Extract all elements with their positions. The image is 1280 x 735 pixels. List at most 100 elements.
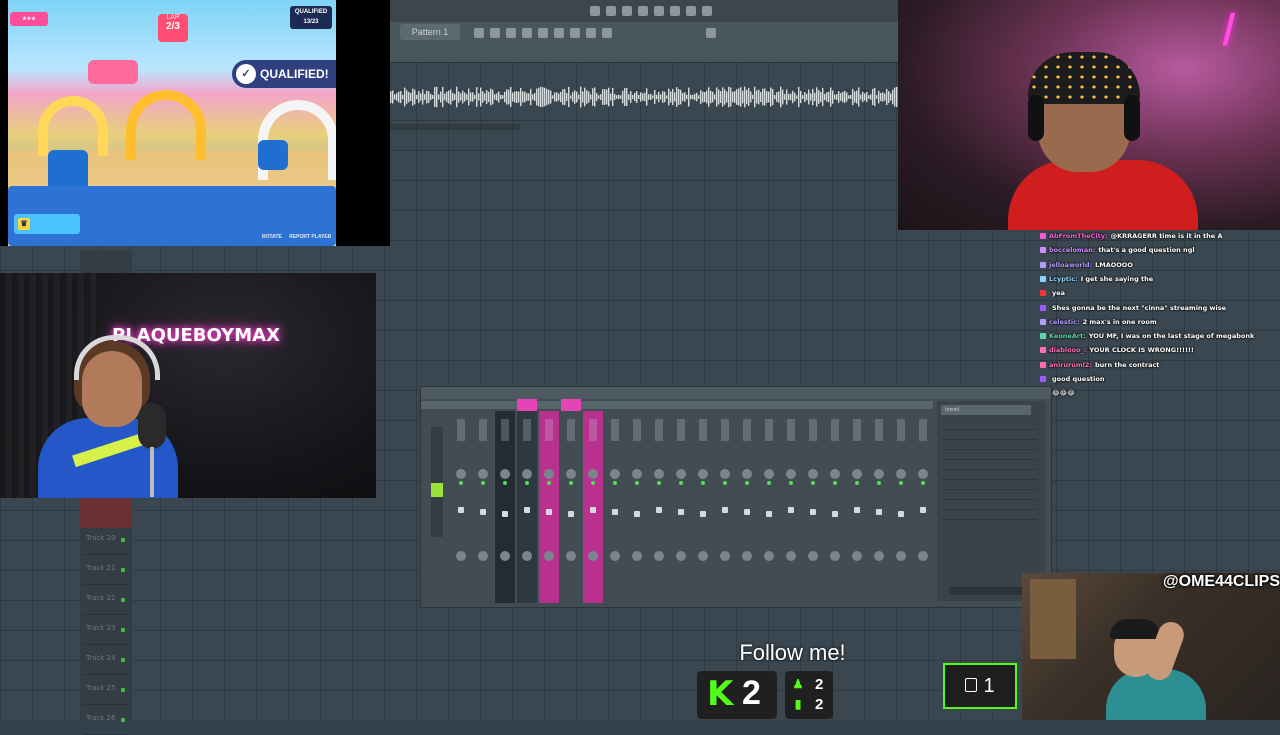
toolbar-icon[interactable] [670,6,680,16]
channel-led[interactable] [679,481,683,485]
pan-knob[interactable] [654,469,664,479]
mixer-channel-strip[interactable] [539,411,559,603]
pan-knob[interactable] [764,469,774,479]
volume-fader[interactable] [524,507,530,513]
mixer-channel-strip[interactable] [693,411,713,603]
channel-led[interactable] [921,481,925,485]
send-knob[interactable] [632,551,642,561]
fx-slot[interactable] [941,431,1037,440]
pan-knob[interactable] [720,469,730,479]
channel-led[interactable] [767,481,771,485]
toolbar-icon[interactable] [506,28,516,38]
send-knob[interactable] [456,551,466,561]
volume-fader[interactable] [810,509,816,515]
send-knob[interactable] [544,551,554,561]
track-led[interactable] [121,568,125,572]
mixer-channel-strip[interactable] [517,411,537,603]
channel-led[interactable] [811,481,815,485]
send-knob[interactable] [588,551,598,561]
mixer-channel-strip[interactable] [803,411,823,603]
toolbar-icon[interactable] [554,28,564,38]
mixer-channel-strip[interactable] [561,411,581,603]
volume-fader[interactable] [700,511,706,517]
toolbar-icon[interactable] [570,28,580,38]
channel-led[interactable] [657,481,661,485]
pan-knob[interactable] [566,469,576,479]
send-knob[interactable] [566,551,576,561]
fx-slot[interactable] [941,421,1037,430]
mixer-titlebar[interactable] [421,387,1051,399]
toolbar-icon[interactable] [586,28,596,38]
send-knob[interactable] [874,551,884,561]
fx-slot[interactable] [941,471,1037,480]
channel-led[interactable] [877,481,881,485]
mixer-channel-strip[interactable] [825,411,845,603]
toolbar-icon[interactable] [602,28,612,38]
send-knob[interactable] [720,551,730,561]
pan-knob[interactable] [588,469,598,479]
chat-username[interactable]: AbFromTheCity: [1049,232,1108,240]
channel-led[interactable] [833,481,837,485]
mixer-channel-strip[interactable] [737,411,757,603]
volume-fader[interactable] [612,509,618,515]
volume-fader[interactable] [788,507,794,513]
toolbar-icon[interactable] [538,28,548,38]
mixer-channel-strip[interactable] [649,411,669,603]
volume-fader[interactable] [458,507,464,513]
pan-knob[interactable] [500,469,510,479]
pan-knob[interactable] [610,469,620,479]
pan-knob[interactable] [808,469,818,479]
chat-username[interactable]: aniruruml2: [1049,361,1092,369]
send-knob[interactable] [500,551,510,561]
mixer-channel-strip[interactable] [847,411,867,603]
volume-fader[interactable] [854,507,860,513]
chat-username[interactable]: jelloaworld: [1049,261,1092,269]
volume-fader[interactable] [590,507,596,513]
pan-knob[interactable] [830,469,840,479]
channel-led[interactable] [723,481,727,485]
chat-username[interactable]: KeoneArt: [1049,332,1086,340]
pan-knob[interactable] [786,469,796,479]
volume-fader[interactable] [744,509,750,515]
playlist-clip[interactable] [390,124,520,130]
pan-knob[interactable] [456,469,466,479]
track-slot[interactable]: Track 21 [83,558,129,585]
send-knob[interactable] [654,551,664,561]
volume-fader[interactable] [634,511,640,517]
send-knob[interactable] [830,551,840,561]
pan-knob[interactable] [522,469,532,479]
volume-fader[interactable] [656,507,662,513]
mixer-channel-strip[interactable] [583,411,603,603]
channel-led[interactable] [525,481,529,485]
track-led[interactable] [121,598,125,602]
send-knob[interactable] [522,551,532,561]
mixer-window[interactable]: (none) [420,386,1052,608]
toolbar-icon[interactable] [706,28,716,38]
channel-led[interactable] [789,481,793,485]
channel-led[interactable] [547,481,551,485]
volume-fader[interactable] [898,511,904,517]
mixer-channel-strip[interactable] [891,411,911,603]
pan-knob[interactable] [676,469,686,479]
channel-led[interactable] [899,481,903,485]
send-knob[interactable] [610,551,620,561]
volume-fader[interactable] [480,509,486,515]
toolbar-icon[interactable] [490,28,500,38]
channel-led[interactable] [613,481,617,485]
chat-username[interactable]: celestic: [1049,318,1080,326]
track-slot[interactable]: Track 24 [83,648,129,675]
volume-fader[interactable] [546,509,552,515]
fx-slot[interactable] [941,481,1037,490]
channel-led[interactable] [569,481,573,485]
volume-fader[interactable] [920,507,926,513]
track-led[interactable] [121,718,125,722]
channel-led[interactable] [635,481,639,485]
mixer-channel-strip[interactable] [715,411,735,603]
volume-fader[interactable] [766,511,772,517]
channel-led[interactable] [503,481,507,485]
channel-led[interactable] [591,481,595,485]
chat-username[interactable]: Lcyptic: [1049,275,1078,283]
send-knob[interactable] [918,551,928,561]
send-knob[interactable] [852,551,862,561]
channel-led[interactable] [855,481,859,485]
